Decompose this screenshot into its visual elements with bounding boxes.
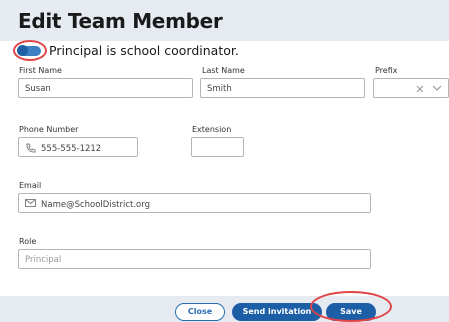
role-label: Role: [19, 237, 37, 246]
prefix-label: Prefix: [375, 66, 398, 75]
first-name-label: First Name: [19, 66, 62, 75]
phone-value: 555-555-1212: [41, 144, 102, 154]
email-label: Email: [19, 181, 42, 190]
toggle-knob: [17, 45, 28, 56]
dialog-title: Edit Team Member: [18, 9, 223, 33]
email-field[interactable]: Name@SchoolDistrict.org: [18, 193, 371, 213]
phone-label: Phone Number: [19, 125, 79, 134]
last-name-value: Smith: [207, 84, 232, 94]
close-icon[interactable]: ✕: [415, 83, 424, 96]
phone-field[interactable]: 555-555-1212: [18, 137, 138, 157]
envelope-icon: [25, 199, 36, 208]
coordinator-label: Principal is school coordinator.: [49, 43, 239, 58]
last-name-label: Last Name: [202, 66, 245, 75]
dialog-header: Edit Team Member: [0, 0, 449, 41]
coordinator-toggle[interactable]: [13, 40, 47, 61]
chevron-down-icon[interactable]: [432, 83, 442, 96]
first-name-field[interactable]: Susan: [18, 78, 193, 98]
role-field[interactable]: Principal: [18, 249, 371, 269]
extension-label: Extension: [192, 125, 232, 134]
last-name-field[interactable]: Smith: [200, 78, 365, 98]
close-button[interactable]: Close: [175, 303, 225, 321]
phone-icon: [25, 143, 36, 153]
role-placeholder: Principal: [25, 255, 62, 265]
prefix-controls: ✕: [415, 83, 442, 96]
highlight-circle: [310, 291, 392, 322]
extension-field[interactable]: [191, 137, 244, 157]
first-name-value: Susan: [25, 84, 51, 94]
email-placeholder: Name@SchoolDistrict.org: [41, 200, 150, 210]
prefix-select[interactable]: ✕: [373, 78, 449, 98]
send-invitation-button[interactable]: Send invitation: [232, 303, 322, 321]
